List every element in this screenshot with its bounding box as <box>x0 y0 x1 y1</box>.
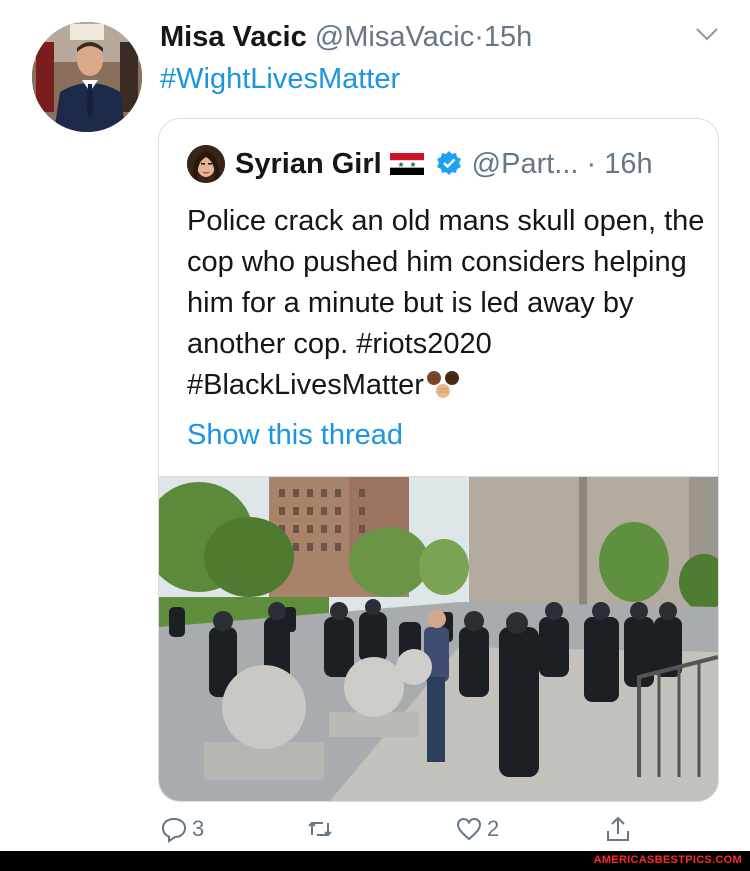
like-button[interactable]: 2 <box>455 815 499 843</box>
reply-button[interactable]: 3 <box>160 815 204 843</box>
chevron-down-icon[interactable] <box>694 24 720 44</box>
author-handle[interactable]: @MisaVacic <box>315 21 474 53</box>
show-thread-link[interactable]: Show this thread <box>187 417 403 453</box>
watermark-text: AMERICASBESTPICS.COM <box>593 854 742 866</box>
author-avatar-image <box>32 22 142 132</box>
tweet-time[interactable]: 15h <box>484 21 532 53</box>
quoted-tweet-card[interactable]: Syrian Girl @Part... · 16h Police crack … <box>158 118 719 802</box>
tweet-text[interactable]: #WightLivesMatter <box>160 62 400 96</box>
raised-fists-emoji <box>426 371 459 398</box>
quoted-author-name[interactable]: Syrian Girl <box>235 148 382 180</box>
author-name[interactable]: Misa Vacic <box>160 21 307 53</box>
retweet-icon <box>308 821 332 837</box>
share-button[interactable] <box>604 815 632 843</box>
quoted-tweet-time[interactable]: 16h <box>604 148 652 180</box>
quoted-tweet-photo[interactable] <box>159 476 718 802</box>
quoted-author-handle[interactable]: @Part... <box>472 148 579 180</box>
like-count: 2 <box>487 816 500 841</box>
header-separator: · <box>474 21 484 53</box>
quoted-author-avatar[interactable] <box>187 145 225 183</box>
quoted-avatar-image <box>187 145 225 183</box>
syria-flag-icon <box>389 153 424 175</box>
tweet-header: Misa Vacic @MisaVacic·15h <box>160 20 532 54</box>
retweet-button[interactable] <box>306 815 334 843</box>
like-icon <box>456 817 482 841</box>
verified-badge-icon <box>436 151 461 175</box>
tweet-action-bar: 3 2 <box>0 815 750 851</box>
reply-count: 3 <box>192 816 205 841</box>
share-icon <box>607 816 629 841</box>
quoted-tweet-text: Police crack an old mans skull open, the… <box>187 201 707 406</box>
reply-icon <box>161 817 187 843</box>
quoted-header-separator: · <box>586 148 597 180</box>
quoted-tweet-header: Syrian Girl @Part... · 16h <box>235 146 653 182</box>
watermark-bar: AMERICASBESTPICS.COM <box>0 851 750 871</box>
author-avatar[interactable] <box>32 22 142 132</box>
